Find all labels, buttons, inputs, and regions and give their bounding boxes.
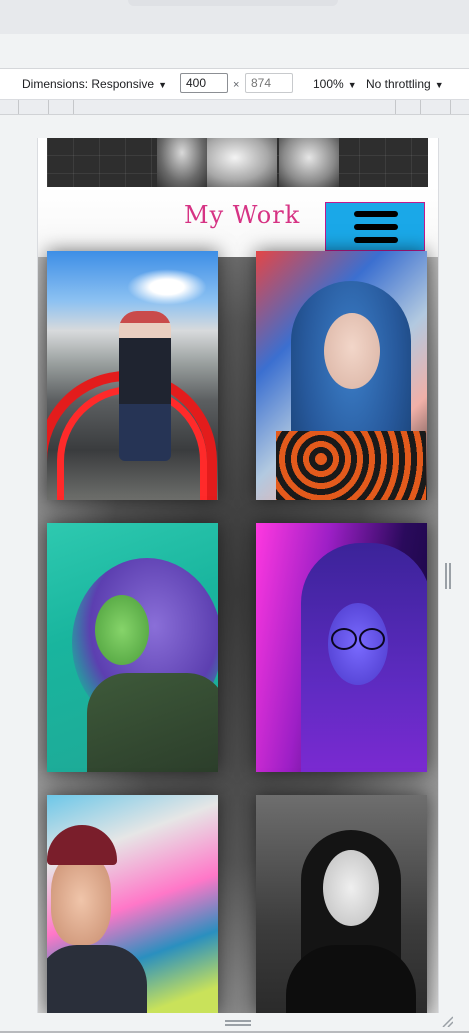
page-title: My Work [184, 201, 301, 229]
resize-handle-bottom[interactable] [225, 1020, 251, 1026]
gallery-photo[interactable] [47, 523, 218, 772]
gallery-photo[interactable] [256, 523, 427, 772]
dimensions-dropdown[interactable]: Dimensions: Responsive ▼ [22, 77, 167, 91]
gallery-photo[interactable] [256, 251, 427, 500]
browser-tab[interactable] [128, 0, 338, 6]
hero-image [47, 138, 428, 187]
gallery-photo[interactable] [256, 795, 427, 1013]
browser-tab-strip [0, 0, 469, 34]
media-query-ruler[interactable] [0, 100, 469, 115]
width-input[interactable] [180, 73, 228, 93]
chevron-down-icon: ▼ [347, 80, 357, 90]
height-input[interactable] [245, 73, 293, 93]
chevron-down-icon: ▼ [158, 80, 167, 90]
gallery-photo[interactable] [47, 795, 218, 1013]
throttling-label: No throttling [366, 77, 431, 91]
zoom-label: 100% [313, 77, 344, 91]
menu-button[interactable] [325, 202, 425, 251]
device-toolbar: Dimensions: Responsive▼ × 100%▼ No throt… [0, 69, 469, 100]
times-symbol: × [233, 79, 240, 91]
hamburger-icon-bar [354, 237, 398, 243]
resize-corner-icon[interactable] [441, 1015, 453, 1027]
browser-toolbar [0, 34, 469, 69]
resize-handle-right[interactable] [445, 563, 451, 589]
zoom-dropdown[interactable]: 100% ▼ [313, 77, 357, 91]
hamburger-icon [354, 211, 398, 217]
chevron-down-icon: ▼ [434, 80, 444, 90]
dimensions-label: Dimensions: Responsive [22, 77, 155, 91]
hamburger-icon-bar [354, 224, 398, 230]
throttling-dropdown[interactable]: No throttling ▼ [366, 77, 444, 91]
gallery-photo[interactable] [47, 251, 218, 500]
emulated-viewport: My Work [37, 138, 439, 1013]
